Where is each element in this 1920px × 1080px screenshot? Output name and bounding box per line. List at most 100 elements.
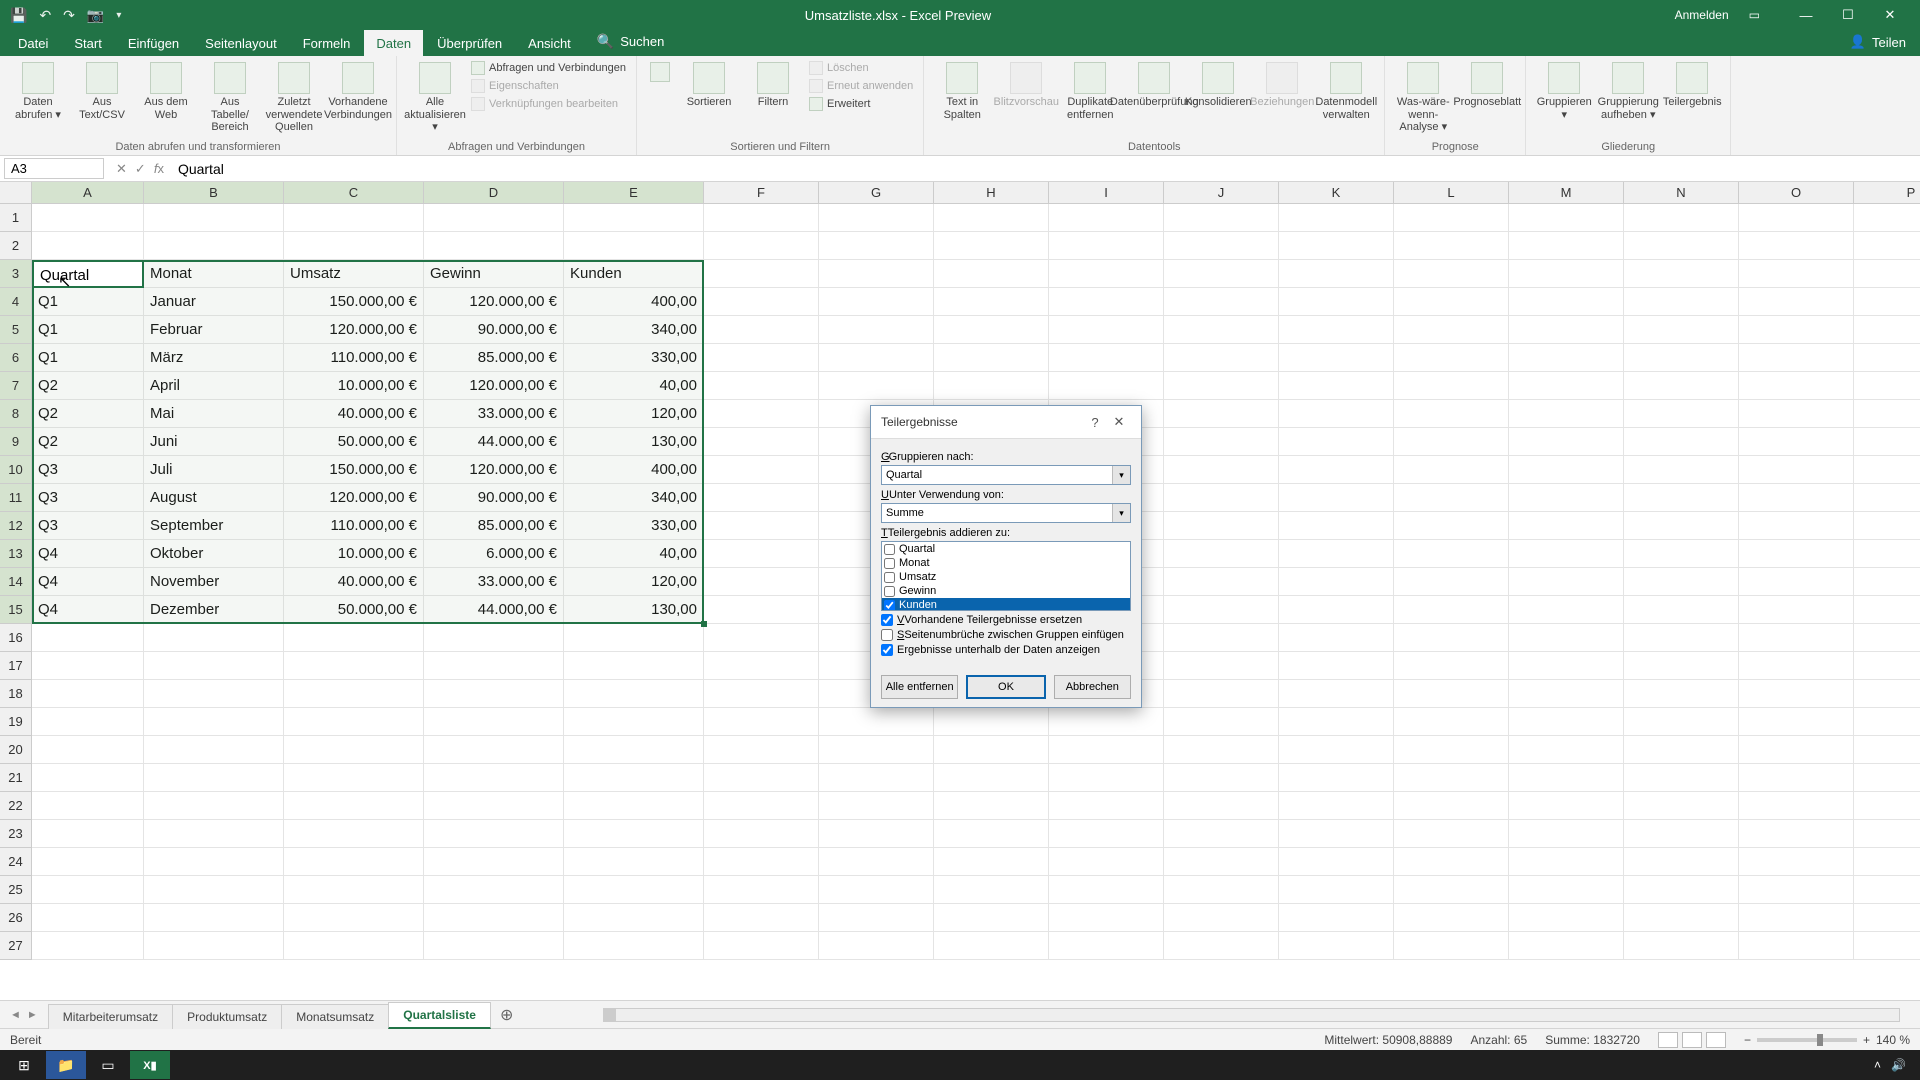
cell[interactable] [1279, 372, 1394, 400]
cell[interactable] [144, 624, 284, 652]
cell[interactable] [32, 680, 144, 708]
cell[interactable]: November [144, 568, 284, 596]
cell[interactable] [704, 708, 819, 736]
cell[interactable] [704, 232, 819, 260]
cell[interactable] [1624, 680, 1739, 708]
cell[interactable] [1739, 764, 1854, 792]
cell[interactable] [1049, 204, 1164, 232]
cell[interactable] [1854, 484, 1920, 512]
cell[interactable]: 120.000,00 € [424, 288, 564, 316]
cell[interactable]: 90.000,00 € [424, 316, 564, 344]
cell[interactable] [1739, 400, 1854, 428]
cell[interactable] [564, 232, 704, 260]
cell[interactable] [1279, 456, 1394, 484]
cell[interactable] [1624, 904, 1739, 932]
cell[interactable]: 120,00 [564, 568, 704, 596]
cell[interactable] [1164, 204, 1279, 232]
maximize-button[interactable]: ☐ [1828, 1, 1868, 29]
consolidate-button[interactable]: Konsolidieren [1188, 60, 1248, 111]
cell[interactable] [1394, 624, 1509, 652]
cell[interactable] [564, 708, 704, 736]
cell[interactable] [1164, 232, 1279, 260]
cell[interactable] [1049, 932, 1164, 960]
cell[interactable] [1509, 596, 1624, 624]
cell[interactable] [1854, 708, 1920, 736]
cell[interactable]: Oktober [144, 540, 284, 568]
cell[interactable] [1164, 260, 1279, 288]
cell[interactable] [1509, 540, 1624, 568]
cell[interactable] [1509, 904, 1624, 932]
cell[interactable] [1164, 680, 1279, 708]
cell[interactable] [1854, 596, 1920, 624]
cell[interactable]: 330,00 [564, 512, 704, 540]
signin-link[interactable]: Anmelden [1675, 8, 1729, 22]
cell[interactable] [704, 680, 819, 708]
column-header[interactable]: J [1164, 182, 1279, 204]
cell[interactable] [144, 932, 284, 960]
cell[interactable] [819, 932, 934, 960]
cell[interactable] [934, 820, 1049, 848]
cell[interactable] [564, 932, 704, 960]
cell[interactable] [934, 288, 1049, 316]
ungroup-button[interactable]: Gruppierung aufheben ▾ [1598, 60, 1658, 123]
row-header[interactable]: 17 [0, 652, 32, 680]
cell[interactable] [1164, 288, 1279, 316]
cell[interactable] [564, 680, 704, 708]
cell[interactable] [144, 736, 284, 764]
cell[interactable] [1624, 764, 1739, 792]
cell[interactable] [1739, 512, 1854, 540]
data-validation-button[interactable]: Datenüberprüfung [1124, 60, 1184, 111]
group-button[interactable]: Gruppieren ▾ [1534, 60, 1594, 123]
row-header[interactable]: 4 [0, 288, 32, 316]
cell[interactable] [1164, 316, 1279, 344]
cell[interactable] [424, 652, 564, 680]
cell[interactable] [1049, 260, 1164, 288]
cell[interactable] [1049, 904, 1164, 932]
tab-seitenlayout[interactable]: Seitenlayout [193, 30, 289, 56]
cell[interactable] [1624, 288, 1739, 316]
remove-all-button[interactable]: Alle entfernen [881, 675, 958, 699]
cell[interactable] [32, 204, 144, 232]
cell[interactable]: Q4 [32, 568, 144, 596]
zoom-in-button[interactable]: + [1863, 1033, 1870, 1047]
cell[interactable] [819, 736, 934, 764]
cell[interactable] [704, 456, 819, 484]
ok-button[interactable]: OK [966, 675, 1045, 699]
cell[interactable] [1394, 288, 1509, 316]
select-all-corner[interactable] [0, 182, 32, 204]
cell[interactable] [424, 708, 564, 736]
cell[interactable] [1739, 372, 1854, 400]
cell[interactable]: 44.000,00 € [424, 428, 564, 456]
cell[interactable] [1739, 316, 1854, 344]
cell[interactable] [704, 260, 819, 288]
cell[interactable] [1624, 848, 1739, 876]
cell[interactable] [1854, 232, 1920, 260]
fill-handle[interactable] [701, 621, 707, 627]
cell[interactable] [1279, 708, 1394, 736]
sheet-tab-produkt[interactable]: Produktumsatz [172, 1004, 282, 1029]
cell[interactable] [819, 820, 934, 848]
cell[interactable] [144, 204, 284, 232]
row-header[interactable]: 20 [0, 736, 32, 764]
cell[interactable] [819, 848, 934, 876]
cell[interactable] [284, 232, 424, 260]
cell[interactable] [1509, 344, 1624, 372]
excel-taskbar-icon[interactable]: X▮ [130, 1051, 170, 1079]
cell[interactable] [424, 232, 564, 260]
cell[interactable]: 120.000,00 € [424, 372, 564, 400]
cell[interactable] [424, 624, 564, 652]
cell[interactable] [704, 512, 819, 540]
cell[interactable] [1049, 764, 1164, 792]
cell[interactable]: 33.000,00 € [424, 400, 564, 428]
row-header[interactable]: 8 [0, 400, 32, 428]
cell[interactable] [424, 820, 564, 848]
cell[interactable]: 50.000,00 € [284, 596, 424, 624]
row-header[interactable]: 10 [0, 456, 32, 484]
cell[interactable] [1739, 820, 1854, 848]
from-web-button[interactable]: Aus dem Web [136, 60, 196, 123]
cell[interactable]: 340,00 [564, 316, 704, 344]
cell[interactable] [1509, 764, 1624, 792]
zoom-slider[interactable] [1757, 1038, 1857, 1042]
cell[interactable] [1164, 372, 1279, 400]
cell[interactable] [32, 792, 144, 820]
